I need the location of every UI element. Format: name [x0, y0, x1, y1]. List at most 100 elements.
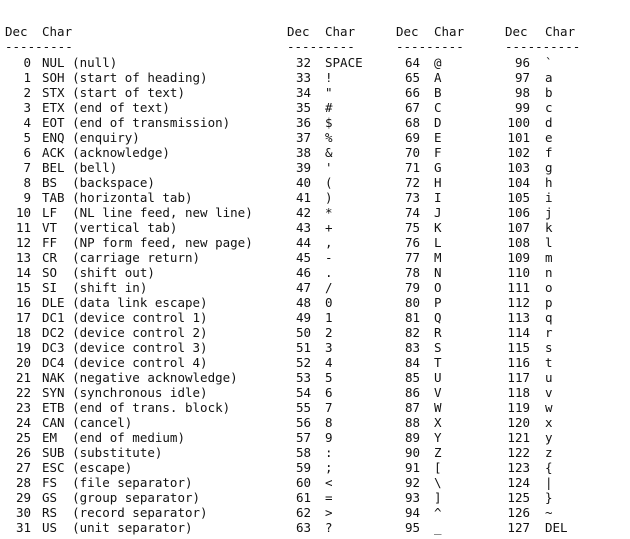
char-value: x [545, 415, 553, 430]
dec-value: 1 [23, 70, 31, 85]
dec-value: 31 [15, 520, 31, 535]
header-rule: ---------- [505, 39, 581, 54]
dec-value: 48 [295, 295, 311, 310]
dec-value: 2 [23, 85, 31, 100]
char-value: Q [434, 310, 442, 325]
dec-value: 34 [295, 85, 311, 100]
dec-value: 88 [404, 415, 420, 430]
header-dec: Dec [396, 24, 419, 39]
char-value: FS (file separator) [42, 475, 193, 490]
dec-value: 118 [507, 385, 530, 400]
dec-value: 82 [404, 325, 420, 340]
dec-value: 66 [404, 85, 420, 100]
dec-value: 15 [15, 280, 31, 295]
dec-value: 123 [507, 460, 530, 475]
char-value: TAB (horizontal tab) [42, 190, 193, 205]
dec-value: 17 [15, 310, 31, 325]
dec-value: 119 [507, 400, 530, 415]
char-value: ENQ (enquiry) [42, 130, 140, 145]
dec-value: 4 [23, 115, 31, 130]
header-dec: Dec [5, 24, 28, 39]
dec-value: 13 [15, 250, 31, 265]
char-value: j [545, 205, 553, 220]
dec-value: 116 [507, 355, 530, 370]
dec-value: 56 [295, 415, 311, 430]
char-value: % [325, 130, 333, 145]
header-char: Char [434, 24, 465, 39]
char-value: DC1 (device control 1) [42, 310, 208, 325]
dec-value: 99 [514, 100, 530, 115]
char-value: ! [325, 70, 333, 85]
char-value: h [545, 175, 553, 190]
char-value: B [434, 85, 442, 100]
dec-value: 46 [295, 265, 311, 280]
char-value: A [434, 70, 442, 85]
char-value: ' [325, 160, 333, 175]
char-value: RS (record separator) [42, 505, 208, 520]
char-value: M [434, 250, 442, 265]
char-value: z [545, 445, 553, 460]
dec-value: 100 [507, 115, 530, 130]
dec-value: 112 [507, 295, 530, 310]
dec-value: 78 [404, 265, 420, 280]
dec-value: 65 [404, 70, 420, 85]
char-value: G [434, 160, 442, 175]
char-value: " [325, 85, 333, 100]
dec-value: 5 [23, 130, 31, 145]
char-value: g [545, 160, 553, 175]
char-value: DEL [545, 520, 568, 535]
char-value: SOH (start of heading) [42, 70, 208, 85]
char-value: e [545, 130, 553, 145]
char-value: R [434, 325, 442, 340]
header-rule: --------- [287, 39, 355, 54]
dec-value: 79 [404, 280, 420, 295]
char-value: y [545, 430, 553, 445]
char-value: < [325, 475, 333, 490]
dec-value: 115 [507, 340, 530, 355]
dec-value: 75 [404, 220, 420, 235]
char-value: ~ [545, 505, 553, 520]
char-value: N [434, 265, 442, 280]
dec-value: 35 [295, 100, 311, 115]
char-value: X [434, 415, 442, 430]
char-value: u [545, 370, 553, 385]
dec-value: 54 [295, 385, 311, 400]
char-value: SO (shift out) [42, 265, 155, 280]
dec-value: 57 [295, 430, 311, 445]
dec-value: 20 [15, 355, 31, 370]
dec-value: 3 [23, 100, 31, 115]
char-value: D [434, 115, 442, 130]
dec-value: 14 [15, 265, 31, 280]
dec-value: 45 [295, 250, 311, 265]
dec-value: 81 [404, 310, 420, 325]
dec-value: 124 [507, 475, 530, 490]
dec-value: 85 [404, 370, 420, 385]
char-value: 4 [325, 355, 333, 370]
char-value: t [545, 355, 553, 370]
dec-value: 53 [295, 370, 311, 385]
dec-value: 33 [295, 70, 311, 85]
char-value: I [434, 190, 442, 205]
dec-value: 97 [514, 70, 530, 85]
char-value: ) [325, 190, 333, 205]
dec-value: 7 [23, 160, 31, 175]
char-value: ; [325, 460, 333, 475]
char-value: C [434, 100, 442, 115]
dec-value: 37 [295, 130, 311, 145]
char-value: L [434, 235, 442, 250]
char-value: d [545, 115, 553, 130]
char-value: GS (group separator) [42, 490, 201, 505]
dec-value: 87 [404, 400, 420, 415]
dec-value: 26 [15, 445, 31, 460]
char-value: W [434, 400, 442, 415]
dec-value: 127 [507, 520, 530, 535]
char-value: - [325, 250, 333, 265]
char-value: VT (vertical tab) [42, 220, 178, 235]
char-value: SI (shift in) [42, 280, 148, 295]
dec-value: 25 [15, 430, 31, 445]
dec-value: 27 [15, 460, 31, 475]
ascii-table: Dec Char --------- 0 NUL (null) 1 SOH (start o… [0, 0, 630, 539]
dec-value: 77 [404, 250, 420, 265]
char-value: = [325, 490, 333, 505]
dec-value: 90 [404, 445, 420, 460]
